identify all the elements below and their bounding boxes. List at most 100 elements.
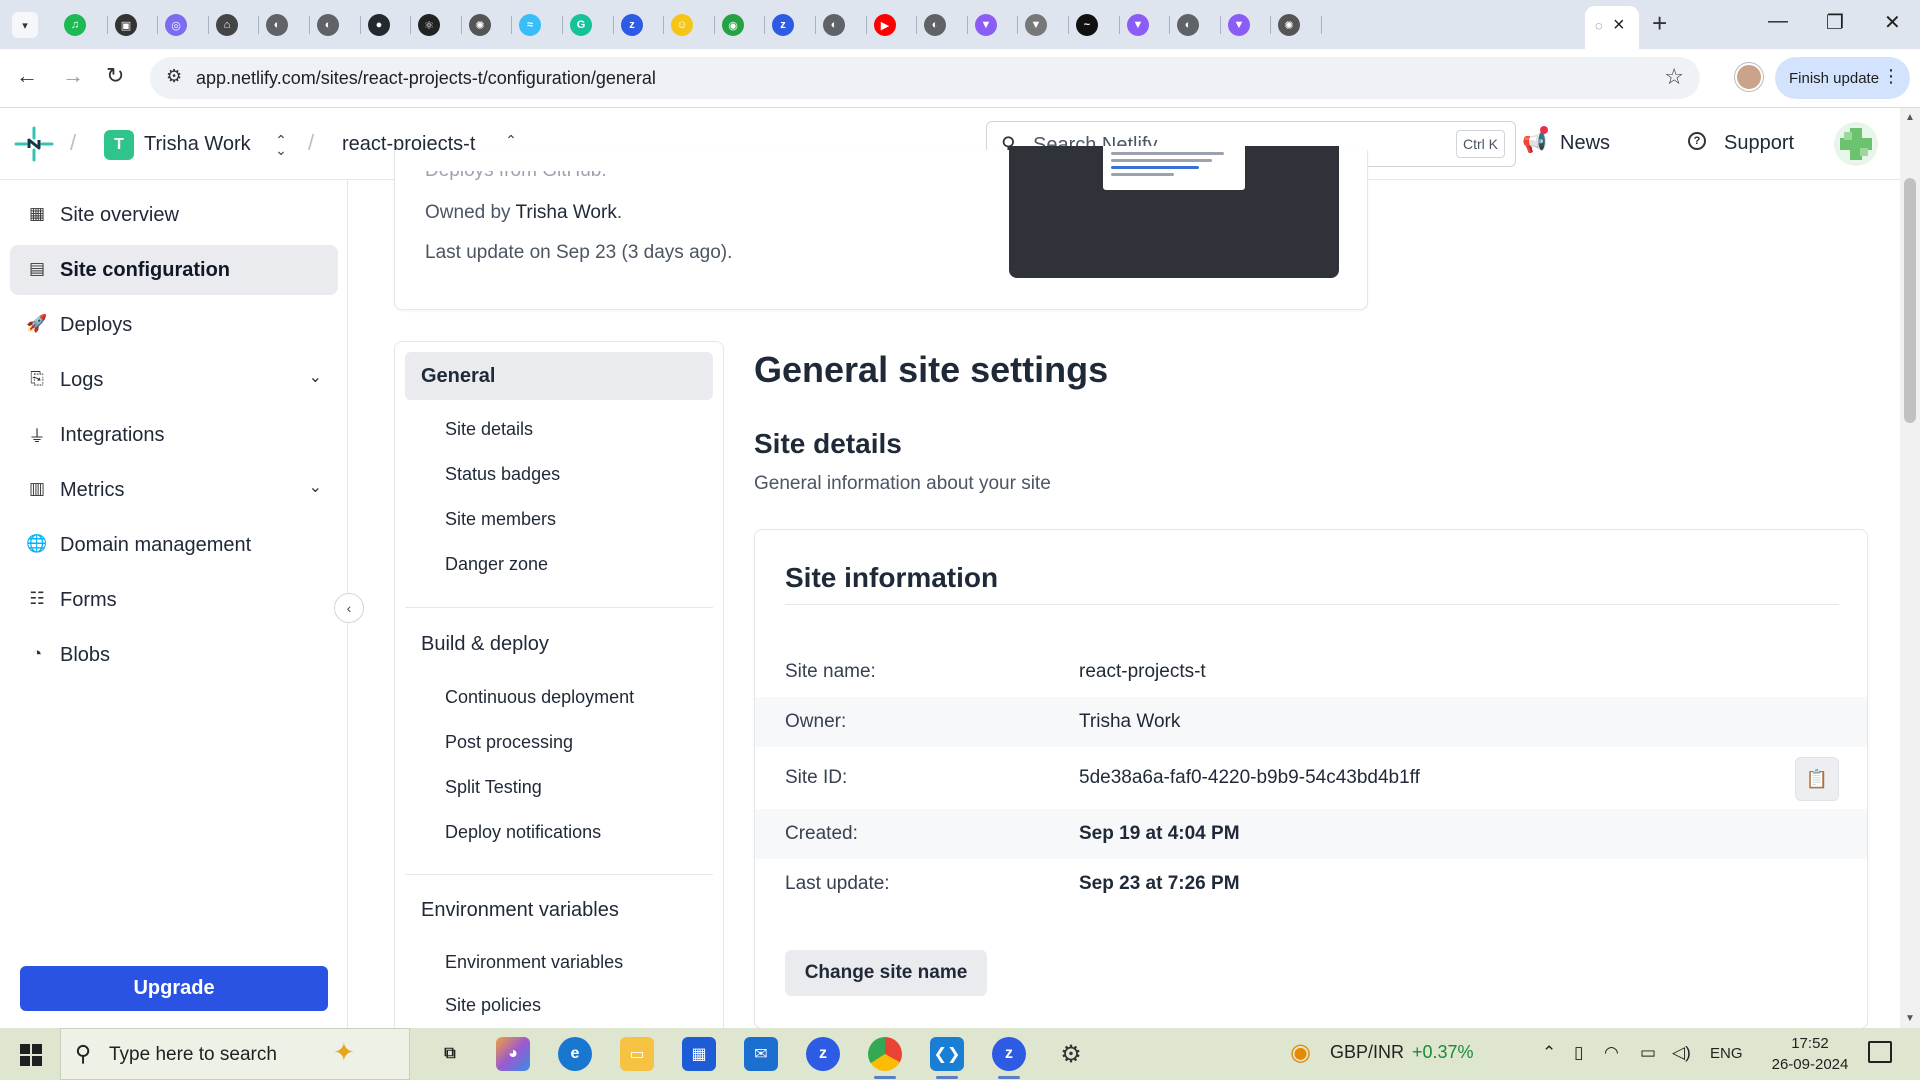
back-icon[interactable]: ← [16,63,38,89]
openai-tab-2-favicon-icon[interactable]: ✺ [1278,14,1300,36]
new-tab-icon[interactable]: + [1652,8,1667,39]
web-tab-1-favicon-icon[interactable]: ◐ [266,14,288,36]
chevron-down-icon[interactable]: ⌄ [309,367,322,387]
team-avatar[interactable]: T [104,130,134,160]
forward-icon[interactable]: → [62,63,84,89]
subnav-link-deploy-notifications[interactable]: Deploy notifications [445,822,601,843]
openai-tab-favicon-icon[interactable]: ✺ [469,14,491,36]
file-explorer-icon[interactable]: ▭ [620,1037,654,1071]
web-tab-5-favicon-icon[interactable]: ◐ [1177,14,1199,36]
chevron-down-icon[interactable]: ⌄ [309,477,322,497]
chat-tab-favicon-icon[interactable]: ◉ [722,14,744,36]
tab-search-icon[interactable]: ▾ [12,12,38,38]
web-tab-3-favicon-icon[interactable]: ◐ [823,14,845,36]
subnav-link-continuous-deployment[interactable]: Continuous deployment [445,687,634,708]
minimize-icon[interactable]: — [1768,10,1788,33]
copilot-icon[interactable]: ◕ [496,1037,530,1071]
upgrade-button[interactable]: Upgrade [20,966,328,1011]
tailwind-tab-favicon-icon[interactable]: ≈ [519,14,541,36]
sidebar-item-blobs[interactable]: ◔ Blobs [10,630,338,680]
wifi-icon[interactable]: ◠ [1604,1043,1619,1063]
chrome-icon[interactable] [868,1037,902,1079]
system-clock[interactable]: 17:52 26-09-2024 [1770,1033,1850,1075]
grammarly-tab-favicon-icon[interactable]: G [570,14,592,36]
finish-update-button[interactable]: Finish update ⋮ [1775,57,1910,99]
sidebar-item-logs[interactable]: ⎘ Logs ⌄ [10,355,338,405]
scroll-up-icon[interactable]: ▲ [1905,112,1915,123]
site-info-icon[interactable]: ⚙ [166,66,182,87]
bookmark-star-icon[interactable]: ☆ [1664,64,1684,90]
collapse-sidebar-button[interactable]: ‹ [334,593,364,623]
sidebar-item-deploys[interactable]: 🚀 Deploys [10,300,338,350]
currency-ticker[interactable]: ◉ GBP/INR +0.37% [1290,1039,1474,1066]
reload-icon[interactable]: ↻ [106,63,124,89]
windows-start-icon[interactable] [20,1044,42,1066]
github-tab-favicon-icon[interactable]: ● [368,14,390,36]
bot-tab-favicon-icon[interactable]: ⌂ [216,14,238,36]
subnav-link-split-testing[interactable]: Split Testing [445,777,542,798]
netlify-logo-icon[interactable] [14,126,54,162]
user-avatar[interactable] [1834,122,1878,166]
vite-tab-1-favicon-icon[interactable]: ▼ [975,14,997,36]
task-view-icon[interactable]: ⧉ [433,1037,467,1071]
language-indicator[interactable]: ENG [1710,1045,1743,1062]
zm-tab-2-favicon-icon[interactable]: z [772,14,794,36]
zm-tab-1-favicon-icon[interactable]: z [621,14,643,36]
subnav-environment-variables[interactable]: Environment variables [405,886,713,934]
web-tab-4-favicon-icon[interactable]: ◐ [924,14,946,36]
owner-link[interactable]: Trisha Work [515,202,616,223]
subnav-link-status-badges[interactable]: Status badges [445,464,560,485]
subnav-general[interactable]: General [405,352,713,400]
restore-icon[interactable]: ❐ [1826,10,1844,35]
change-site-name-button[interactable]: Change site name [785,950,987,996]
media-tab-favicon-icon[interactable]: ▣ [115,14,137,36]
subnav-link-site-details[interactable]: Site details [445,419,533,440]
tailwind-tab-2-favicon-icon[interactable]: ~ [1076,14,1098,36]
sidebar-item-site-overview[interactable]: ▦ Site overview [10,190,338,240]
subnav-link-post-processing[interactable]: Post processing [445,732,573,753]
active-tab[interactable]: ◌ × [1585,6,1639,49]
page-scrollbar[interactable]: ▲ ▼ [1900,108,1920,1028]
sidebar-item-integrations[interactable]: ⏚ Integrations [10,410,338,460]
row-value[interactable]: 5de38a6a-faf0-4220-b9b9-54c43bd4b1ff [1079,767,1420,789]
profile-avatar[interactable] [1735,63,1763,91]
sidebar-item-metrics[interactable]: ▥ Metrics ⌄ [10,465,338,515]
mail-icon[interactable]: ✉ [744,1037,778,1071]
device-icon[interactable]: ▯ [1574,1043,1583,1063]
subnav-link-environment-variables[interactable]: Environment variables [445,952,623,973]
sidebar-item-site-configuration[interactable]: ▤ Site configuration [10,245,338,295]
subnav-link-site-members[interactable]: Site members [445,509,556,530]
taskbar-search-input[interactable]: ⚲ Type here to search ✦ [60,1028,410,1080]
settings-gear-icon[interactable]: ⚙ [1054,1037,1088,1071]
scroll-down-icon[interactable]: ▼ [1905,1013,1915,1024]
omnibox[interactable]: ⚙ app.netlify.com/sites/react-projects-t… [150,57,1700,99]
notification-center-icon[interactable] [1868,1041,1892,1063]
site-preview-thumbnail[interactable] [1009,146,1339,278]
team-name[interactable]: Trisha Work [144,133,251,156]
vscode-icon[interactable]: ❮❯ [930,1037,964,1079]
zoom-icon[interactable]: z [806,1037,840,1071]
subnav-link-site-policies[interactable]: Site policies [445,995,541,1016]
subnav-link-danger-zone[interactable]: Danger zone [445,554,548,575]
edge-icon[interactable]: e [558,1037,592,1071]
more-menu-icon[interactable]: ⋮ [1882,66,1900,87]
copy-site-id-button[interactable]: 📋 [1795,757,1839,801]
spotify-tab-favicon-icon[interactable]: ♫ [64,14,86,36]
youtube-tab-favicon-icon[interactable]: ▶ [874,14,896,36]
ai-tab-favicon-icon[interactable]: ◎ [165,14,187,36]
chevron-up-icon[interactable]: ⌃ [1542,1043,1556,1063]
sidebar-item-forms[interactable]: ☷ Forms [10,575,338,625]
url-text[interactable]: app.netlify.com/sites/react-projects-t/c… [196,68,656,89]
sidebar-item-domain-management[interactable]: 🌐 Domain management [10,520,338,570]
news-link[interactable]: 📢 News [1522,126,1610,155]
battery-icon[interactable]: ▭ [1640,1043,1656,1063]
close-tab-icon[interactable]: × [1613,14,1625,37]
scrollbar-thumb[interactable] [1904,178,1916,423]
support-link[interactable]: ? Support [1688,132,1794,155]
react-tab-favicon-icon[interactable]: ⚛ [418,14,440,36]
store-icon[interactable]: ▦ [682,1037,716,1071]
emoji-tab-favicon-icon[interactable]: ☺ [671,14,693,36]
vite-tab-2-favicon-icon[interactable]: ▼ [1127,14,1149,36]
close-window-icon[interactable]: ✕ [1884,10,1901,35]
team-switcher-icon[interactable]: ⌃ ⌄ [266,126,296,164]
